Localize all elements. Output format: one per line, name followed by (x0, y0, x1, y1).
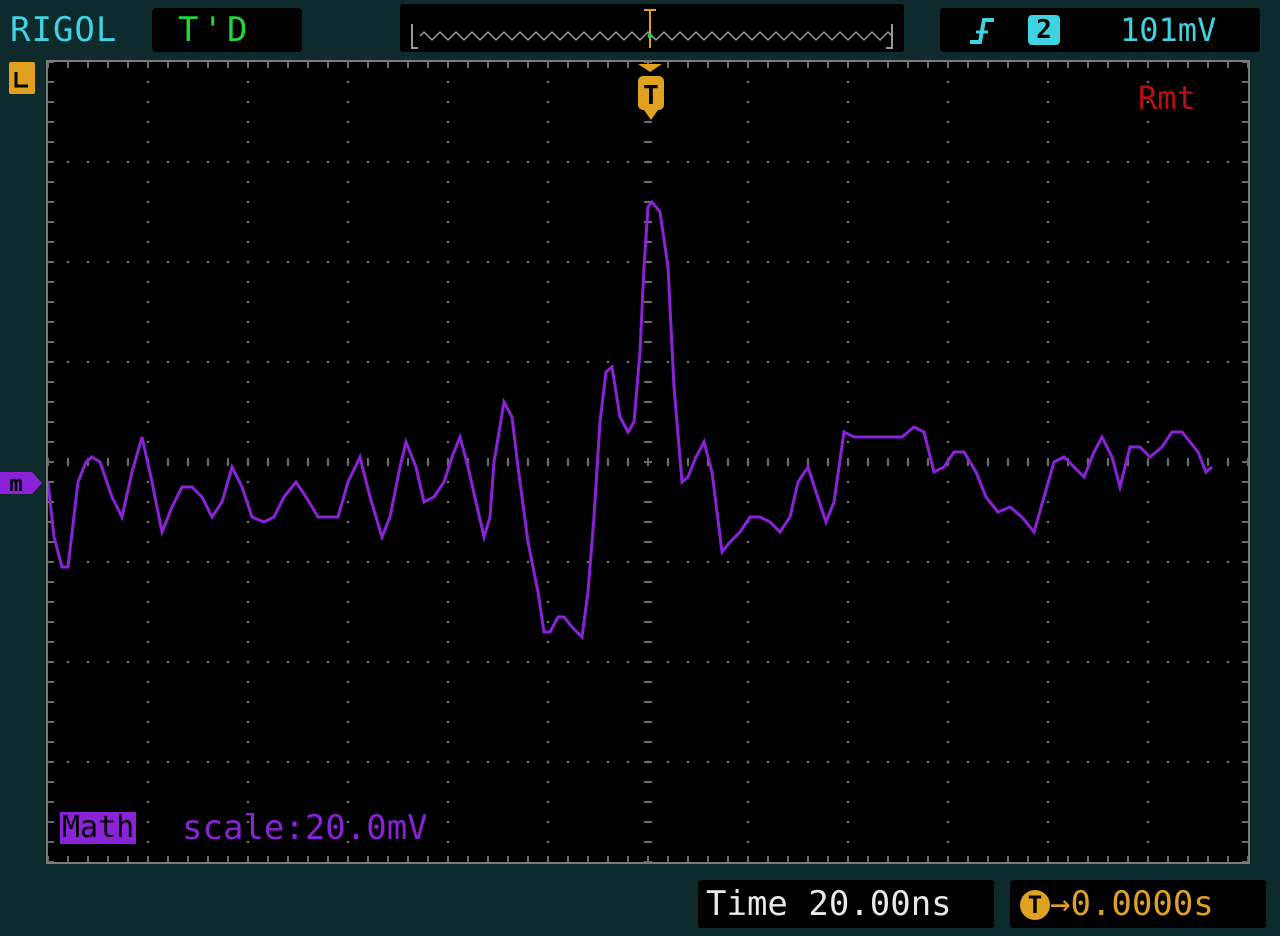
ground-marker-icon (8, 58, 38, 102)
trigger-marker-label: T (643, 81, 659, 111)
trigger-offset-readout: →0.0000s (1050, 884, 1214, 924)
math-channel-label: Math (60, 810, 137, 845)
brand-logo: RIGOL (10, 10, 118, 50)
rising-edge-icon (966, 8, 998, 63)
acquisition-status: T'D (178, 10, 252, 50)
math-channel-marker[interactable]: m (0, 470, 44, 502)
math-scale: scale:20.0mV (182, 808, 428, 848)
trigger-position-marker[interactable]: T (634, 62, 668, 126)
memory-depth-bar (400, 4, 904, 52)
channel-marker-label: m (9, 472, 22, 497)
waveform-display[interactable] (46, 60, 1250, 864)
math-waveform-line (48, 199, 1213, 641)
trigger-source-badge: 2 (1028, 15, 1060, 45)
timebase-readout: Time 20.00ns (706, 884, 952, 924)
math-trace (48, 199, 1213, 641)
trigger-level: 101mV (1120, 11, 1217, 49)
trigger-offset-icon: T (1020, 890, 1050, 920)
memory-waveform-overview (411, 9, 893, 49)
remote-indicator: Rmt (1138, 79, 1196, 117)
